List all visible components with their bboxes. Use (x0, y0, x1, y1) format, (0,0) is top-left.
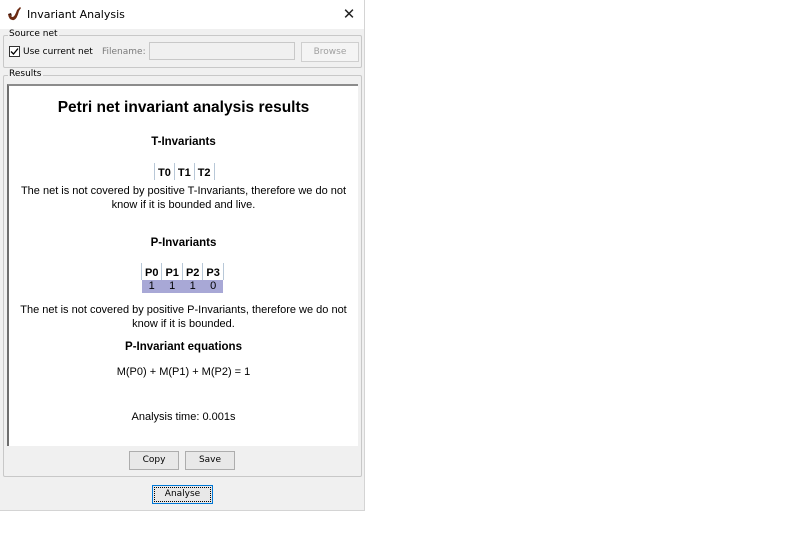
results-panel[interactable]: Petri net invariant analysis results T-I… (7, 84, 358, 446)
results-group: Results Petri net invariant analysis res… (3, 69, 362, 477)
checkmark-icon (10, 48, 19, 55)
table-row: 1 1 1 0 (141, 280, 224, 293)
filename-label: Filename: (102, 47, 146, 57)
p-invariant-equation: M(P0) + M(P1) + M(P2) = 1 (116, 366, 251, 378)
t-invariants-column-header: T1 (173, 163, 195, 180)
p-invariants-table: P0 P1 P2 P3 1 1 1 0 (140, 263, 224, 293)
use-current-net-option[interactable]: Use current net (9, 46, 93, 57)
t-invariants-column-header: T0 (154, 163, 175, 180)
save-button[interactable]: Save (185, 451, 235, 470)
t-invariants-heading: T-Invariants (151, 136, 216, 148)
window-title: Invariant Analysis (27, 8, 125, 21)
p-invariant-cell: 1 (182, 280, 203, 293)
p-invariants-column-header: P3 (202, 263, 224, 280)
p-invariants-column-header: P0 (140, 263, 163, 280)
results-group-label: Results (8, 69, 43, 79)
source-net-group-label: Source net (8, 29, 59, 39)
p-invariants-column-header: P1 (161, 263, 183, 280)
p-invariant-cell: 1 (161, 280, 183, 293)
use-current-net-label: Use current net (23, 46, 93, 57)
browse-button[interactable]: Browse (301, 42, 359, 62)
invariant-analysis-dialog: Invariant Analysis ✕ Source net Use curr… (0, 0, 365, 511)
source-net-group: Source net Use current net Filename: Bro… (3, 29, 362, 68)
t-invariants-table: T0 T1 T2 (154, 163, 215, 180)
p-invariant-cell: 0 (202, 280, 224, 293)
use-current-net-checkbox[interactable] (9, 46, 20, 57)
p-invariants-column-header: P2 (181, 263, 204, 280)
t-invariants-note: The net is not covered by positive T-Inv… (20, 185, 347, 211)
results-title: Petri net invariant analysis results (57, 99, 310, 116)
copy-button[interactable]: Copy (129, 451, 179, 470)
analyse-button[interactable]: Analyse (152, 485, 213, 504)
t-invariants-column-header: T2 (193, 163, 215, 180)
title-bar: Invariant Analysis ✕ (0, 0, 364, 29)
close-button[interactable]: ✕ (336, 2, 362, 26)
pipe-icon (6, 7, 22, 23)
p-invariants-note: The net is not covered by positive P-Inv… (20, 304, 347, 330)
p-invariants-heading: P-Invariants (150, 237, 217, 249)
p-invariant-equations-heading: P-Invariant equations (125, 341, 242, 353)
analysis-time: Analysis time: 0.001s (131, 411, 236, 423)
p-invariant-cell: 1 (141, 280, 162, 293)
filename-field[interactable] (149, 42, 295, 60)
